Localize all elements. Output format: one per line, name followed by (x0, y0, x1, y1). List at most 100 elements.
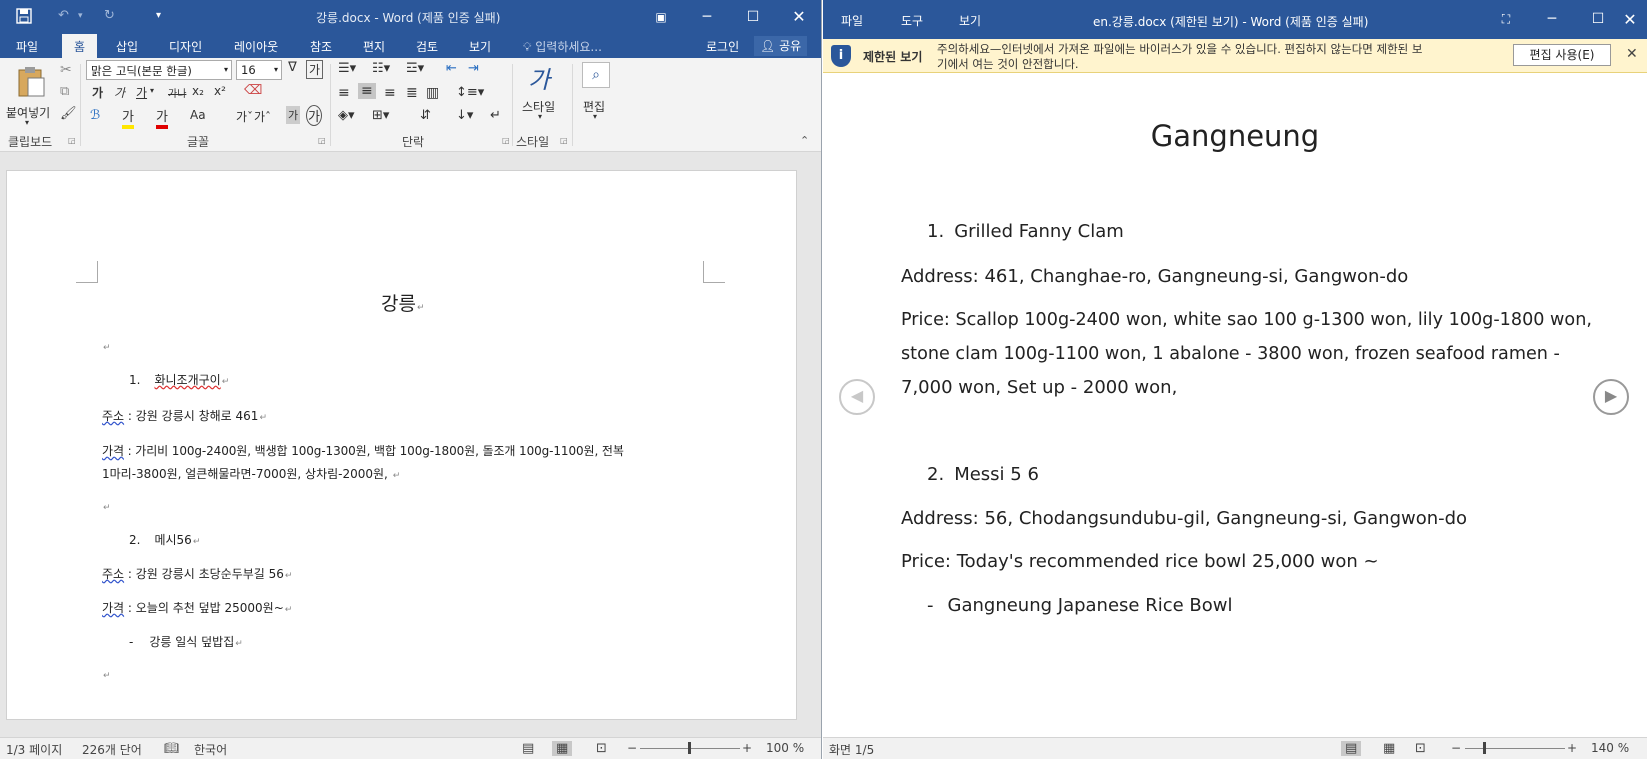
minimize-button[interactable]: ─ (684, 0, 730, 34)
highlight-icon[interactable]: 가 (122, 106, 134, 129)
undo-icon[interactable]: ↶ (58, 8, 69, 23)
menu-tools[interactable]: 도구 (901, 12, 923, 29)
align-right-icon[interactable]: ≡ (384, 85, 396, 101)
zoom-slider-thumb[interactable] (1483, 742, 1486, 754)
zoom-in-button[interactable]: + (742, 741, 752, 755)
redo-icon[interactable]: ↻ (104, 8, 115, 23)
print-layout-icon[interactable]: ▦ (552, 741, 573, 756)
close-button[interactable]: ✕ (776, 0, 821, 34)
screen-count[interactable]: 화면 1/5 (829, 741, 874, 758)
customize-toolbar-icon[interactable]: ▾ (156, 10, 161, 21)
align-left-icon[interactable]: ≡ (338, 85, 350, 101)
login-link[interactable]: 로그인 (706, 38, 739, 55)
price-text: : 가리비 100g-2400원, 백생합 100g-1300원, 백합 100… (123, 444, 624, 458)
tab-view[interactable]: 보기 (469, 38, 491, 55)
borders-icon[interactable]: ⊞▾ (372, 108, 389, 123)
cut-icon[interactable]: ✂ (60, 62, 72, 78)
tab-references[interactable]: 참조 (310, 38, 332, 55)
read-view-page[interactable]: Gangneung 1. Grilled Fanny Clam Address: … (823, 73, 1647, 737)
read-mode-icon[interactable]: ▤ (522, 741, 534, 756)
undo-dropdown-icon[interactable]: ▾ (78, 11, 83, 21)
menu-file[interactable]: 파일 (841, 12, 863, 29)
bold-icon[interactable]: 가 (92, 84, 103, 101)
zoom-level[interactable]: 140 % (1591, 741, 1629, 755)
zoom-in-button[interactable]: + (1567, 741, 1577, 755)
enable-editing-button[interactable]: 편집 사용(E) (1513, 44, 1611, 66)
grow-font-small-icon[interactable]: 가ˆ (254, 108, 271, 125)
tab-home[interactable]: 홈 (62, 34, 98, 58)
zoom-out-button[interactable]: − (627, 741, 637, 755)
word-count[interactable]: 226개 단어 (82, 741, 142, 758)
enclose-char-icon[interactable]: 가 (306, 105, 322, 126)
print-layout-icon[interactable]: ▦ (1383, 741, 1395, 756)
show-marks-icon[interactable]: ↵ (490, 108, 501, 123)
web-layout-icon[interactable]: ⊡ (596, 741, 607, 756)
sort-icon[interactable]: ↓▾ (456, 108, 473, 123)
shrink-font-icon[interactable]: 가ˇ (236, 108, 253, 125)
tab-mailings[interactable]: 편지 (363, 38, 385, 55)
paragraph-launcher-icon[interactable]: ◲ (502, 136, 510, 145)
eraser-icon[interactable]: ⌫ (244, 83, 262, 98)
styles-launcher-icon[interactable]: ◲ (560, 136, 568, 145)
text-direction-icon[interactable]: ⇵ (420, 108, 431, 123)
collapse-ribbon-icon[interactable]: ⌃ (800, 134, 809, 147)
tab-file[interactable]: 파일 (16, 38, 38, 55)
multilevel-list-icon[interactable]: ☲▾ (406, 61, 424, 76)
increase-indent-icon[interactable]: ⇥ (468, 61, 479, 76)
zoom-out-button[interactable]: − (1451, 741, 1461, 755)
grow-font-icon[interactable]: ᐁ (288, 60, 297, 75)
proofing-icon[interactable]: 📖︎ (164, 741, 179, 755)
ribbon-display-icon[interactable]: ▣ (638, 0, 684, 34)
tab-review[interactable]: 검토 (416, 38, 438, 55)
text-effects-icon[interactable]: ℬ (90, 108, 100, 123)
line-spacing-icon[interactable]: ↕≡▾ (456, 85, 484, 100)
paste-button[interactable]: 붙여넣기 ▾ (6, 64, 52, 127)
zoom-slider-thumb[interactable] (688, 742, 691, 754)
tell-me-box[interactable]: 💡︎ 입력하세요... (523, 38, 602, 55)
justify-icon[interactable]: ≣ (406, 85, 418, 101)
clipboard-launcher-icon[interactable]: ◲ (68, 136, 76, 145)
document-page[interactable]: 강릉↵ ↵ 1. 화니조개구이↵ 주소 : 강원 강릉시 창해로 461↵ 가격 … (6, 170, 797, 720)
align-center-icon[interactable]: ≡ (358, 83, 376, 99)
strikethrough-icon[interactable]: 가나 (168, 85, 186, 100)
font-launcher-icon[interactable]: ◲ (318, 136, 326, 145)
close-button[interactable]: ✕ (1607, 0, 1647, 39)
underline-icon[interactable]: 가 (136, 84, 147, 101)
shading-icon[interactable]: ◈▾ (338, 108, 355, 123)
web-layout-icon[interactable]: ⊡ (1415, 741, 1426, 756)
language[interactable]: 한국어 (194, 741, 227, 758)
font-size-combo[interactable]: 16 ▾ (236, 60, 282, 80)
format-painter-icon[interactable]: 🖌︎ (60, 106, 77, 121)
tab-insert[interactable]: 삽입 (116, 38, 138, 55)
editing-button[interactable]: ⌕ 편집 ▾ (578, 60, 618, 126)
save-icon[interactable] (16, 8, 32, 28)
numbering-icon[interactable]: ☷▾ (372, 61, 390, 76)
zoom-slider[interactable] (1465, 748, 1565, 749)
close-bar-icon[interactable]: ✕ (1626, 46, 1638, 62)
char-shading-icon[interactable]: 가 (286, 106, 301, 124)
decrease-indent-icon[interactable]: ⇤ (446, 61, 457, 76)
fit-screen-icon[interactable]: ⛶ (1483, 0, 1529, 39)
previous-screen-button[interactable]: ◀ (839, 379, 875, 415)
share-button[interactable]: 👤︎ 공유 (754, 36, 808, 56)
italic-icon[interactable]: 가 (114, 84, 125, 101)
font-name-combo[interactable]: 맑은 고딕(본문 한글) ▾ (86, 60, 232, 80)
distribute-icon[interactable]: ▥ (426, 85, 439, 101)
menu-view[interactable]: 보기 (959, 12, 981, 29)
tab-layout[interactable]: 레이아웃 (234, 38, 278, 55)
font-color-icon[interactable]: 가 (156, 106, 168, 129)
next-screen-button[interactable]: ▶ (1593, 379, 1629, 415)
maximize-button[interactable]: ☐ (730, 0, 776, 34)
clear-format-icon[interactable]: 가 (306, 60, 324, 79)
tab-design[interactable]: 디자인 (169, 38, 202, 55)
zoom-level[interactable]: 100 % (766, 741, 804, 755)
copy-icon[interactable]: ⧉ (60, 84, 69, 99)
subscript-icon[interactable]: x₂ (192, 84, 204, 98)
page-count[interactable]: 1/3 페이지 (6, 741, 62, 758)
read-mode-icon[interactable]: ▤ (1341, 741, 1362, 756)
bullets-icon[interactable]: ☰▾ (338, 61, 356, 76)
minimize-button[interactable]: ─ (1529, 0, 1575, 39)
change-case-icon[interactable]: Aa (190, 108, 206, 122)
styles-button[interactable]: 가 스타일 ▾ (520, 60, 564, 126)
superscript-icon[interactable]: x² (214, 84, 226, 98)
